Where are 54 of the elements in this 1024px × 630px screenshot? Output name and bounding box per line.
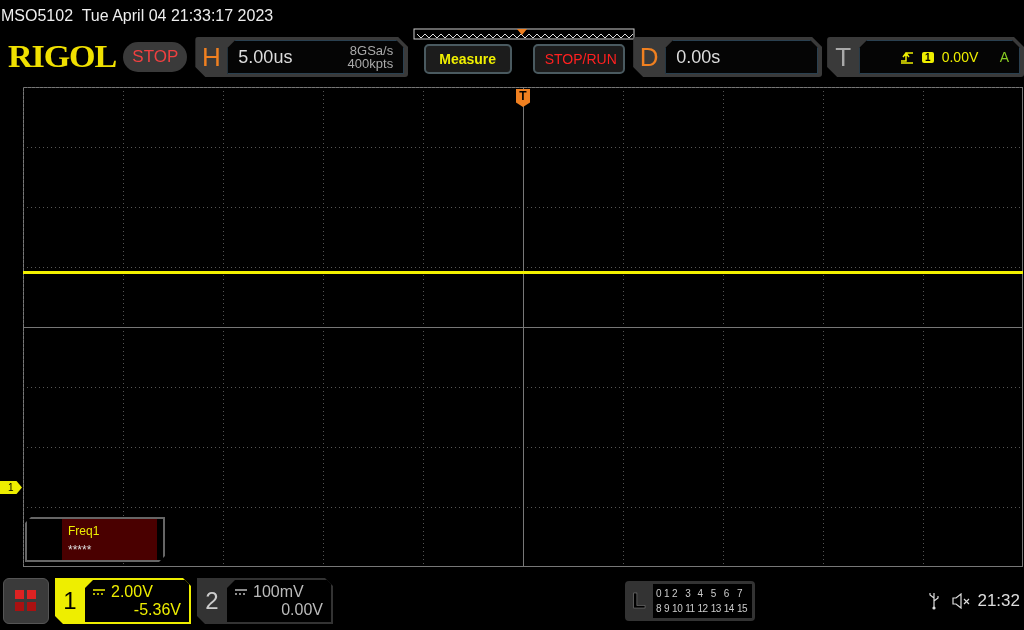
channel-offset: 0.00V [281, 601, 323, 619]
logic-channel-number: 10 [672, 603, 684, 614]
channel-scale: 2.00V [111, 583, 153, 601]
dc-coupling-icon [93, 589, 105, 595]
usb-icon [929, 592, 940, 610]
trigger-position-marker: T [516, 89, 530, 107]
panel-label: T [834, 41, 853, 73]
logic-channel-number: 11 [685, 603, 696, 614]
clock: 21:32 [977, 591, 1020, 611]
delay-value: 0.00s [676, 46, 721, 68]
logic-channel-number: 2 [672, 588, 679, 599]
menu-button[interactable] [3, 578, 49, 624]
channel-scale: 100mV [253, 583, 304, 601]
panel-label: H [200, 41, 222, 73]
measurement-name: Freq1 [68, 524, 101, 538]
status-text: MSO5102 Tue April 04 21:33:17 2023 [0, 6, 275, 26]
trigger-panel[interactable]: T 1 0.00V A [827, 37, 1024, 77]
trigger-level: 0.00V [941, 49, 979, 65]
dc-coupling-icon [235, 589, 247, 595]
logic-channel-number: 3 [685, 588, 692, 599]
channel-panel[interactable]: 1 2.00V -5.36V [55, 578, 191, 624]
sample-rate: 8GSa/s [349, 44, 394, 57]
timebase-value: 5.00us [238, 46, 293, 68]
channel-panel[interactable]: 2 100mV 0.00V [197, 578, 333, 624]
logic-channel-number: 15 [736, 603, 748, 614]
logic-channel-number: 1 [664, 588, 671, 599]
logic-channel-number: 7 [736, 588, 743, 599]
channel-number: 1 [62, 586, 78, 616]
logic-channel-number: 5 [710, 588, 717, 599]
run-state-indicator: STOP [123, 42, 188, 72]
delay-panel[interactable]: D 0.00s [633, 37, 823, 77]
softkey-button[interactable]: Measure [423, 44, 512, 74]
logic-channel-number: 12 [697, 603, 709, 614]
logic-channel-number: 0 [656, 588, 663, 599]
logic-channel-number: 14 [723, 603, 735, 614]
grid-icon [15, 590, 37, 612]
speaker-muted-icon [951, 593, 972, 609]
logo: RIGOL [8, 39, 118, 75]
logic-channel-number: 9 [664, 603, 671, 614]
logic-channel-number: 6 [723, 588, 730, 599]
rising-edge-icon [900, 50, 915, 64]
trigger-source: 1 [922, 51, 934, 63]
memory-depth: 400kpts [347, 57, 394, 70]
trigger-mode: A [999, 49, 1009, 65]
softkey-button[interactable]: STOP/RUN [532, 44, 625, 74]
panel-label: D [638, 41, 660, 73]
channel-offset: -5.36V [133, 601, 181, 619]
logic-channel-number: 13 [710, 603, 722, 614]
channel-number: 2 [204, 586, 220, 616]
measurement-value: ***** [68, 543, 93, 557]
horizontal-panel[interactable]: H 5.00us 8GSa/s 400kpts [195, 37, 409, 77]
logic-channel-number: 8 [656, 603, 663, 614]
logic-channel-number: 4 [697, 588, 704, 599]
channel-marker: 1 [0, 481, 22, 494]
